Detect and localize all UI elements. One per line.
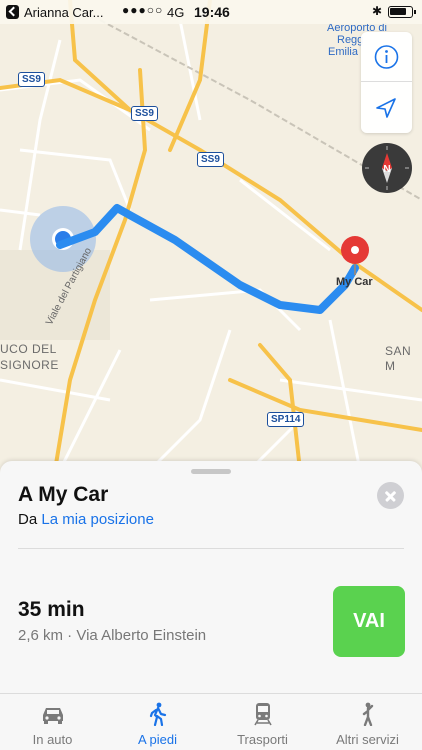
status-bar: Arianna Car... ●●●○○ 4G 19:46 ✱ <box>0 0 422 24</box>
location-arrow-icon <box>376 98 396 118</box>
go-button[interactable]: VAI <box>333 586 405 657</box>
compass-icon: N <box>365 146 409 190</box>
area-label: UCO DEL <box>0 342 57 356</box>
road-shield-ss9: SS9 <box>131 106 158 121</box>
origin-line: Da La mia posizione <box>18 511 154 528</box>
compass-button[interactable]: N <box>362 143 412 193</box>
destination-label[interactable]: My Car <box>336 276 373 288</box>
person-icon <box>362 702 374 726</box>
route-duration: 35 min <box>18 598 85 621</box>
car-icon <box>43 708 63 724</box>
close-button[interactable] <box>377 482 404 509</box>
destination-title: A My Car <box>18 483 109 506</box>
signal-strength: ●●●○○ <box>122 3 164 17</box>
road-shield-ss9: SS9 <box>18 72 45 87</box>
tab-transit[interactable]: Trasporti <box>210 694 315 750</box>
road-shield-sp114: SP114 <box>267 412 305 427</box>
map-view[interactable]: SS9 SS9 SS9 SP114 Aeroporto di Regg Emil… <box>0 0 422 470</box>
tab-label: Trasporti <box>237 732 288 747</box>
tab-label: A piedi <box>137 732 178 747</box>
battery-icon <box>388 6 416 18</box>
road-shield-ss9: SS9 <box>197 152 224 167</box>
sheet-grabber[interactable] <box>191 469 231 474</box>
origin-prefix: Da <box>18 511 38 528</box>
walk-icon <box>149 702 167 726</box>
tab-label: In auto <box>32 732 73 747</box>
tab-other-services[interactable]: Altri servizi <box>315 694 420 750</box>
map-controls <box>361 32 412 133</box>
area-label: SAN M <box>385 344 412 373</box>
train-icon <box>254 703 272 726</box>
location-button[interactable] <box>361 83 412 133</box>
network-type: 4G <box>167 5 185 20</box>
back-to-app-label[interactable]: Arianna Car... <box>24 5 104 20</box>
transport-tab-bar: In auto A piedi Trasporti Altri servizi <box>0 693 422 750</box>
info-icon <box>374 45 399 69</box>
clock: 19:46 <box>194 4 230 20</box>
info-button[interactable] <box>361 32 412 82</box>
area-label: SIGNORE <box>0 358 59 372</box>
divider <box>18 548 404 549</box>
origin-link[interactable]: La mia posizione <box>41 511 154 528</box>
place-label-airport: Emilia <box>328 46 358 58</box>
tab-label: Altri servizi <box>336 732 399 747</box>
tab-walking[interactable]: A piedi <box>105 694 210 750</box>
tab-driving[interactable]: In auto <box>0 694 105 750</box>
svg-text:N: N <box>383 164 390 175</box>
route-details: 2,6 km · Via Alberto Einstein <box>18 627 207 644</box>
bluetooth-icon: ✱ <box>372 4 383 18</box>
back-to-app-icon[interactable] <box>6 5 19 19</box>
map-canvas <box>0 0 422 470</box>
